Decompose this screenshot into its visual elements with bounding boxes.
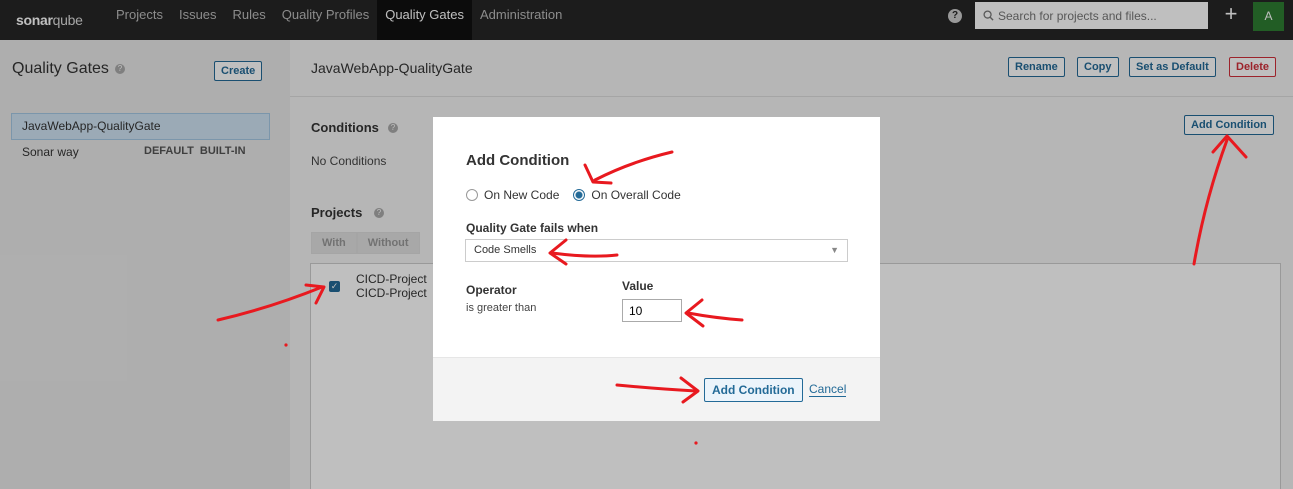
add-condition-submit-button[interactable]: Add Condition bbox=[704, 378, 803, 402]
radio-new-code[interactable] bbox=[466, 189, 478, 201]
condition-scope-radios: On New Code On Overall Code bbox=[466, 188, 695, 202]
fails-when-label: Quality Gate fails when bbox=[466, 221, 599, 235]
radio-overall-code[interactable] bbox=[573, 189, 586, 201]
metric-select[interactable]: Code Smells ▼ bbox=[465, 239, 848, 262]
operator-value: is greater than bbox=[466, 302, 537, 314]
metric-value: Code Smells bbox=[474, 244, 537, 256]
modal-footer: Add Condition Cancel bbox=[433, 357, 880, 421]
threshold-value-input[interactable] bbox=[622, 299, 682, 322]
add-condition-modal: Add Condition On New Code On Overall Cod… bbox=[433, 117, 880, 421]
cancel-link[interactable]: Cancel bbox=[809, 383, 847, 397]
modal-title: Add Condition bbox=[466, 152, 570, 169]
radio-label-overall-code[interactable]: On Overall Code bbox=[591, 188, 680, 202]
value-label: Value bbox=[622, 279, 654, 293]
radio-label-new-code[interactable]: On New Code bbox=[484, 188, 559, 202]
chevron-down-icon: ▼ bbox=[830, 245, 839, 255]
operator-label: Operator bbox=[466, 283, 517, 297]
